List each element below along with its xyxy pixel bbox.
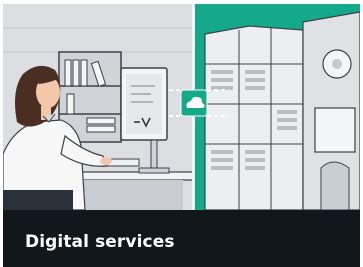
digital-services-card[interactable]: Digital services [3,4,360,267]
cloud-icon [180,89,208,117]
digital-services-illustration [3,4,360,210]
factory-machinery [204,11,360,210]
card-title[interactable]: Digital services [25,232,175,252]
caption-bar: Digital services [3,210,360,267]
